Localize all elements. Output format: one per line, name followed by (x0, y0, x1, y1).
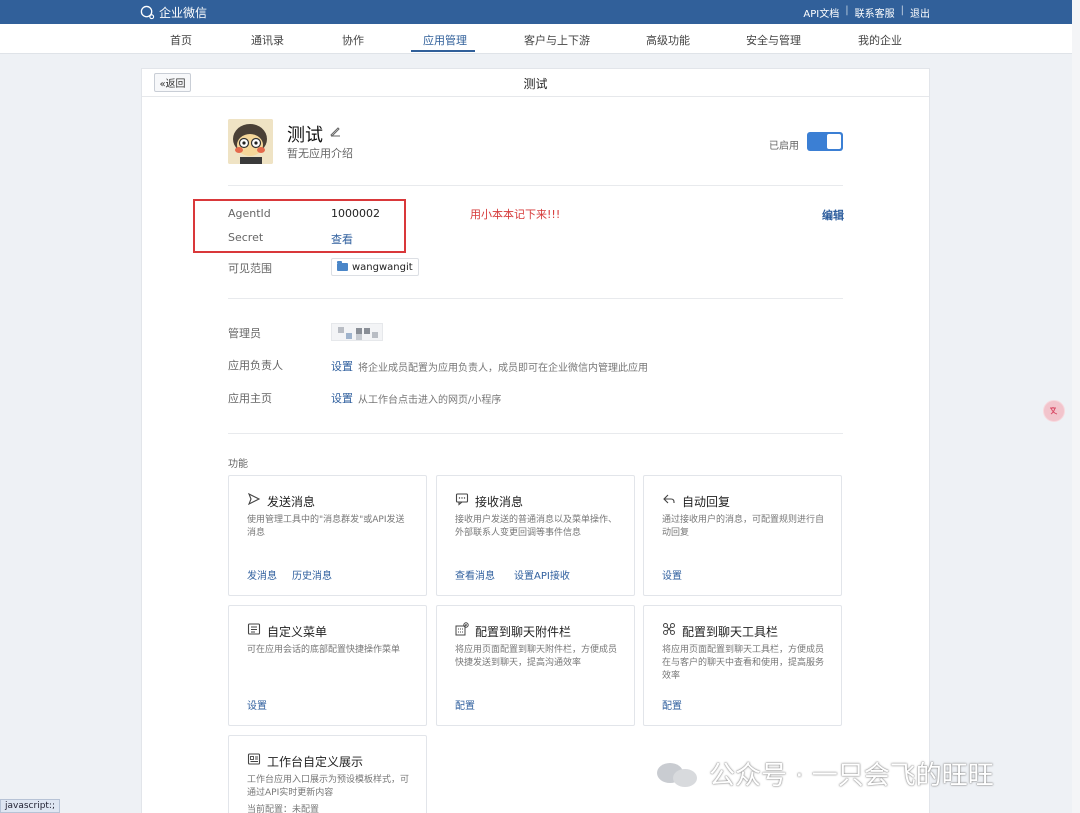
toolbar-config-link[interactable]: 配置 (662, 697, 682, 712)
translate-float-button[interactable] (1043, 400, 1065, 422)
view-secret-link[interactable]: 查看 (331, 231, 353, 247)
edit-link[interactable]: 编辑 (822, 207, 844, 223)
visible-range-value: wangwangit (352, 261, 413, 273)
nav-item-advanced[interactable]: 高级功能 (646, 32, 690, 48)
annotation-note: 用小本本记下来!!! (470, 208, 561, 221)
divider: | (900, 5, 904, 16)
nav-item-app-management[interactable]: 应用管理 (423, 32, 467, 48)
app-name: 测试 (287, 125, 323, 146)
avatar-illustration (228, 119, 273, 164)
feature-title: 工作台自定义展示 (267, 755, 364, 769)
owner-label: 应用负责人 (228, 359, 283, 372)
divider: | (845, 5, 849, 16)
set-homepage-link[interactable]: 设置 (331, 390, 353, 406)
feature-description: 使用管理工具中的"消息群发"或API发送消息 (247, 515, 405, 538)
logo-text: 企业微信 (159, 6, 208, 20)
feature-description: 接收用户发送的普通消息以及菜单操作、外部联系人变更回调等事件信息 (455, 515, 618, 538)
logo[interactable]: 企业微信 (140, 4, 207, 21)
folder-icon (337, 261, 348, 271)
feature-title: 发送消息 (267, 495, 316, 509)
view-messages-link[interactable]: 查看消息 (455, 567, 495, 582)
nav-item-contacts[interactable]: 通讯录 (251, 32, 284, 48)
nav-item-my-company[interactable]: 我的企业 (858, 32, 902, 48)
nav-item-security[interactable]: 安全与管理 (746, 32, 801, 48)
translate-icon (1050, 407, 1058, 415)
feature-description: 工作台应用入口展示为预设模板样式，可通过API实时更新内容 (247, 775, 410, 798)
set-api-receive-link[interactable]: 设置API接收 (514, 567, 570, 582)
set-owner-link[interactable]: 设置 (331, 358, 353, 374)
agentid-value: 1000002 (331, 207, 380, 220)
message-history-link[interactable]: 历史消息 (292, 567, 332, 582)
api-docs-link[interactable]: API文档 (803, 5, 839, 20)
attachment-bar-config-link[interactable]: 配置 (455, 697, 475, 712)
receive-message-icon (455, 492, 469, 506)
feature-title: 配置到聊天附件栏 (475, 625, 572, 639)
enable-toggle[interactable] (807, 132, 843, 151)
features-section-label: 功能 (228, 459, 248, 470)
homepage-label: 应用主页 (228, 392, 272, 405)
wecom-logo-icon (140, 5, 155, 20)
agentid-label: AgentId (228, 207, 271, 220)
feature-title: 配置到聊天工具栏 (682, 625, 779, 639)
homepage-description: 从工作台点击进入的网页/小程序 (358, 395, 502, 406)
feature-title: 自动回复 (682, 495, 731, 509)
nav-item-collaboration[interactable]: 协作 (342, 32, 364, 48)
admin-avatar-blurred[interactable] (331, 323, 383, 341)
toolbar-icon (662, 622, 676, 636)
divider (228, 185, 843, 186)
menu-icon (247, 622, 261, 636)
feature-card-custom-menu: 自定义菜单 可在应用会话的底部配置快捷操作菜单 设置 (228, 605, 427, 726)
visible-range-label: 可见范围 (228, 262, 272, 275)
watermark-text: 公众号 · 一只会飞的旺旺 (709, 761, 994, 791)
page-title: 测试 (523, 77, 548, 91)
watermark: 公众号 · 一只会飞的旺旺 (657, 755, 994, 792)
card-header: «返回 测试 (142, 69, 929, 97)
active-tab-indicator (411, 50, 475, 52)
enabled-label: 已启用 (769, 141, 799, 152)
nav-item-customers[interactable]: 客户与上下游 (524, 32, 590, 48)
edit-name-icon[interactable] (329, 125, 341, 137)
contact-support-link[interactable]: 联系客服 (855, 5, 895, 20)
current-config-text: 当前配置：未配置 (247, 805, 320, 813)
feature-description: 可在应用会话的底部配置快捷操作菜单 (247, 645, 401, 655)
feature-description: 将应用页面配置到聊天附件栏，方便成员快捷发送到聊天，提高沟通效率 (455, 645, 618, 668)
feature-card-toolbar: 配置到聊天工具栏 将应用页面配置到聊天工具栏，方便成员在与客户的聊天中查看和使用… (643, 605, 842, 726)
auto-reply-icon (662, 492, 676, 506)
send-icon (247, 492, 261, 506)
secret-label: Secret (228, 231, 264, 244)
app-description: 暂无应用介绍 (287, 147, 353, 160)
main-nav: 首页 通讯录 协作 应用管理 客户与上下游 高级功能 安全与管理 我的企业 (0, 24, 1080, 54)
divider (228, 298, 843, 299)
feature-description: 将应用页面配置到聊天工具栏，方便成员在与客户的聊天中查看和使用，提高服务效率 (662, 645, 825, 681)
feature-card-attachment-bar: 配置到聊天附件栏 将应用页面配置到聊天附件栏，方便成员快捷发送到聊天，提高沟通效… (436, 605, 635, 726)
owner-description: 将企业成员配置为应用负责人，成员即可在企业微信内管理此应用 (358, 363, 648, 374)
scrollbar[interactable] (1072, 0, 1080, 813)
top-bar: 企业微信 API文档 | 联系客服 | 退出 (0, 0, 1080, 24)
divider (228, 433, 843, 434)
custom-menu-settings-link[interactable]: 设置 (247, 697, 267, 712)
visible-range-tag[interactable]: wangwangit (331, 258, 419, 276)
wechat-icon (657, 759, 699, 789)
nav-item-home[interactable]: 首页 (170, 32, 192, 48)
app-detail-card: «返回 测试 测试 暂无应用介绍 已启用 AgentId 1000002 Sec… (141, 68, 930, 813)
feature-card-auto-reply: 自动回复 通过接收用户的消息，可配置规则进行自动回复 设置 (643, 475, 842, 596)
feature-description: 通过接收用户的消息，可配置规则进行自动回复 (662, 515, 825, 538)
app-avatar[interactable] (228, 119, 273, 164)
feature-title: 接收消息 (475, 495, 524, 509)
auto-reply-settings-link[interactable]: 设置 (662, 567, 682, 582)
top-links: API文档 | 联系客服 | 退出 (803, 5, 930, 20)
feature-title: 自定义菜单 (267, 625, 328, 639)
toggle-knob (827, 134, 841, 149)
feature-card-workbench-display: 工作台自定义展示 工作台应用入口展示为预设模板样式，可通过API实时更新内容 当… (228, 735, 427, 813)
admin-label: 管理员 (228, 327, 261, 340)
attachment-bar-icon (455, 622, 469, 636)
browser-status-bar: javascript:; (0, 799, 61, 813)
feature-card-receive-message: 接收消息 接收用户发送的普通消息以及菜单操作、外部联系人变更回调等事件信息 查看… (436, 475, 635, 596)
workbench-icon (247, 752, 261, 766)
feature-card-send-message: 发送消息 使用管理工具中的"消息群发"或API发送消息 发消息 历史消息 (228, 475, 427, 596)
send-message-link[interactable]: 发消息 (247, 567, 277, 582)
logout-link[interactable]: 退出 (910, 5, 930, 20)
